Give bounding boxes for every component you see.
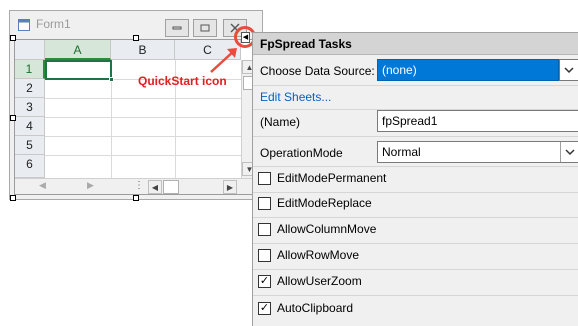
maximize-icon <box>200 24 210 32</box>
tab-scroll-right-icon: ▶ <box>87 180 94 190</box>
sheet-tab-strip[interactable]: ◀ ▶ <box>17 180 127 193</box>
minimize-icon <box>172 26 182 30</box>
quickstart-button[interactable]: ◀ <box>241 32 250 43</box>
grid-line <box>45 117 241 118</box>
divider <box>253 269 578 270</box>
fill-handle[interactable] <box>109 77 114 82</box>
divider <box>253 85 578 86</box>
resize-handle[interactable] <box>133 195 139 201</box>
chevron-down-icon <box>564 67 574 74</box>
edit-mode-replace-label: EditModeReplace <box>277 196 372 210</box>
grid-line <box>45 98 241 99</box>
form-icon <box>18 19 30 31</box>
scroll-right-button[interactable]: ▶ <box>223 180 237 194</box>
triangle-right-icon: ▶ <box>226 182 234 192</box>
allow-user-zoom-checkbox[interactable]: ✓ <box>258 275 271 288</box>
allow-column-move-checkbox[interactable] <box>258 223 271 236</box>
resize-handle[interactable] <box>10 195 16 201</box>
name-value: fpSpread1 <box>382 114 438 128</box>
allow-user-zoom-label: AllowUserZoom <box>277 274 362 288</box>
row-header-4[interactable]: 4 <box>15 117 45 136</box>
data-source-select[interactable]: (none) <box>377 59 559 81</box>
divider <box>253 192 578 193</box>
divider <box>253 295 578 296</box>
resize-handle[interactable] <box>10 115 16 121</box>
row-header-6[interactable]: 6 <box>15 155 45 178</box>
column-header-b[interactable]: B <box>111 40 175 60</box>
check-mark-icon: ✓ <box>259 302 270 314</box>
divider <box>253 166 578 167</box>
operation-mode-value: Normal <box>382 145 421 159</box>
grid-line <box>45 136 241 137</box>
data-source-value: (none) <box>382 63 417 77</box>
divider <box>253 136 578 137</box>
row-header-2[interactable]: 2 <box>15 79 45 98</box>
grid-line <box>45 155 241 156</box>
resize-handle[interactable] <box>10 35 16 41</box>
tab-scroll-left-icon: ◀ <box>39 180 46 190</box>
edit-mode-permanent-checkbox[interactable] <box>258 172 271 185</box>
triangle-left-icon: ◀ <box>151 182 159 192</box>
horizontal-scroll-area: ◀ ▶ ⋮ ◀ ▶ <box>15 178 257 194</box>
name-label: (Name) <box>260 115 301 129</box>
maximize-button[interactable] <box>193 19 217 37</box>
triangle-left-icon: ◀ <box>242 34 249 41</box>
operation-mode-label: OperationMode <box>260 146 343 160</box>
data-source-dropdown-button[interactable] <box>559 59 578 81</box>
divider <box>253 243 578 244</box>
scroll-left-button[interactable]: ◀ <box>148 180 162 194</box>
column-header-a[interactable]: A <box>45 40 111 60</box>
tasks-panel-header: FpSpread Tasks <box>253 33 578 55</box>
name-field[interactable]: fpSpread1 <box>377 110 578 132</box>
resize-handle[interactable] <box>133 35 139 41</box>
row-header-5[interactable]: 5 <box>15 136 45 155</box>
chevron-down-icon <box>564 149 575 156</box>
form-title: Form1 <box>36 17 71 31</box>
tasks-panel: FpSpread Tasks Choose Data Source: (none… <box>252 32 578 326</box>
operation-mode-dropdown-button[interactable] <box>560 142 578 162</box>
splitter-grip-icon[interactable]: ⋮ <box>134 180 144 191</box>
active-cell-a1[interactable] <box>45 60 112 80</box>
auto-clipboard-label: AutoClipboard <box>277 301 354 315</box>
edit-mode-permanent-label: EditModePermanent <box>277 171 387 185</box>
grid-corner[interactable] <box>15 40 45 60</box>
callout-arrow-icon <box>210 48 237 73</box>
row-header-3[interactable]: 3 <box>15 98 45 117</box>
minimize-button[interactable] <box>165 19 189 37</box>
auto-clipboard-checkbox[interactable]: ✓ <box>258 302 271 315</box>
divider <box>253 217 578 218</box>
allow-row-move-label: AllowRowMove <box>277 248 360 262</box>
allow-row-move-checkbox[interactable] <box>258 249 271 262</box>
edit-mode-replace-checkbox[interactable] <box>258 197 271 210</box>
allow-column-move-label: AllowColumnMove <box>277 222 377 236</box>
horizontal-scroll-thumb[interactable] <box>163 180 179 194</box>
data-source-label: Choose Data Source: <box>260 64 375 78</box>
edit-sheets-link[interactable]: Edit Sheets... <box>260 90 331 104</box>
tasks-panel-title: FpSpread Tasks <box>260 37 352 51</box>
row-header-1[interactable]: 1 <box>15 60 45 79</box>
operation-mode-select[interactable]: Normal <box>377 141 578 163</box>
check-mark-icon: ✓ <box>259 275 270 287</box>
